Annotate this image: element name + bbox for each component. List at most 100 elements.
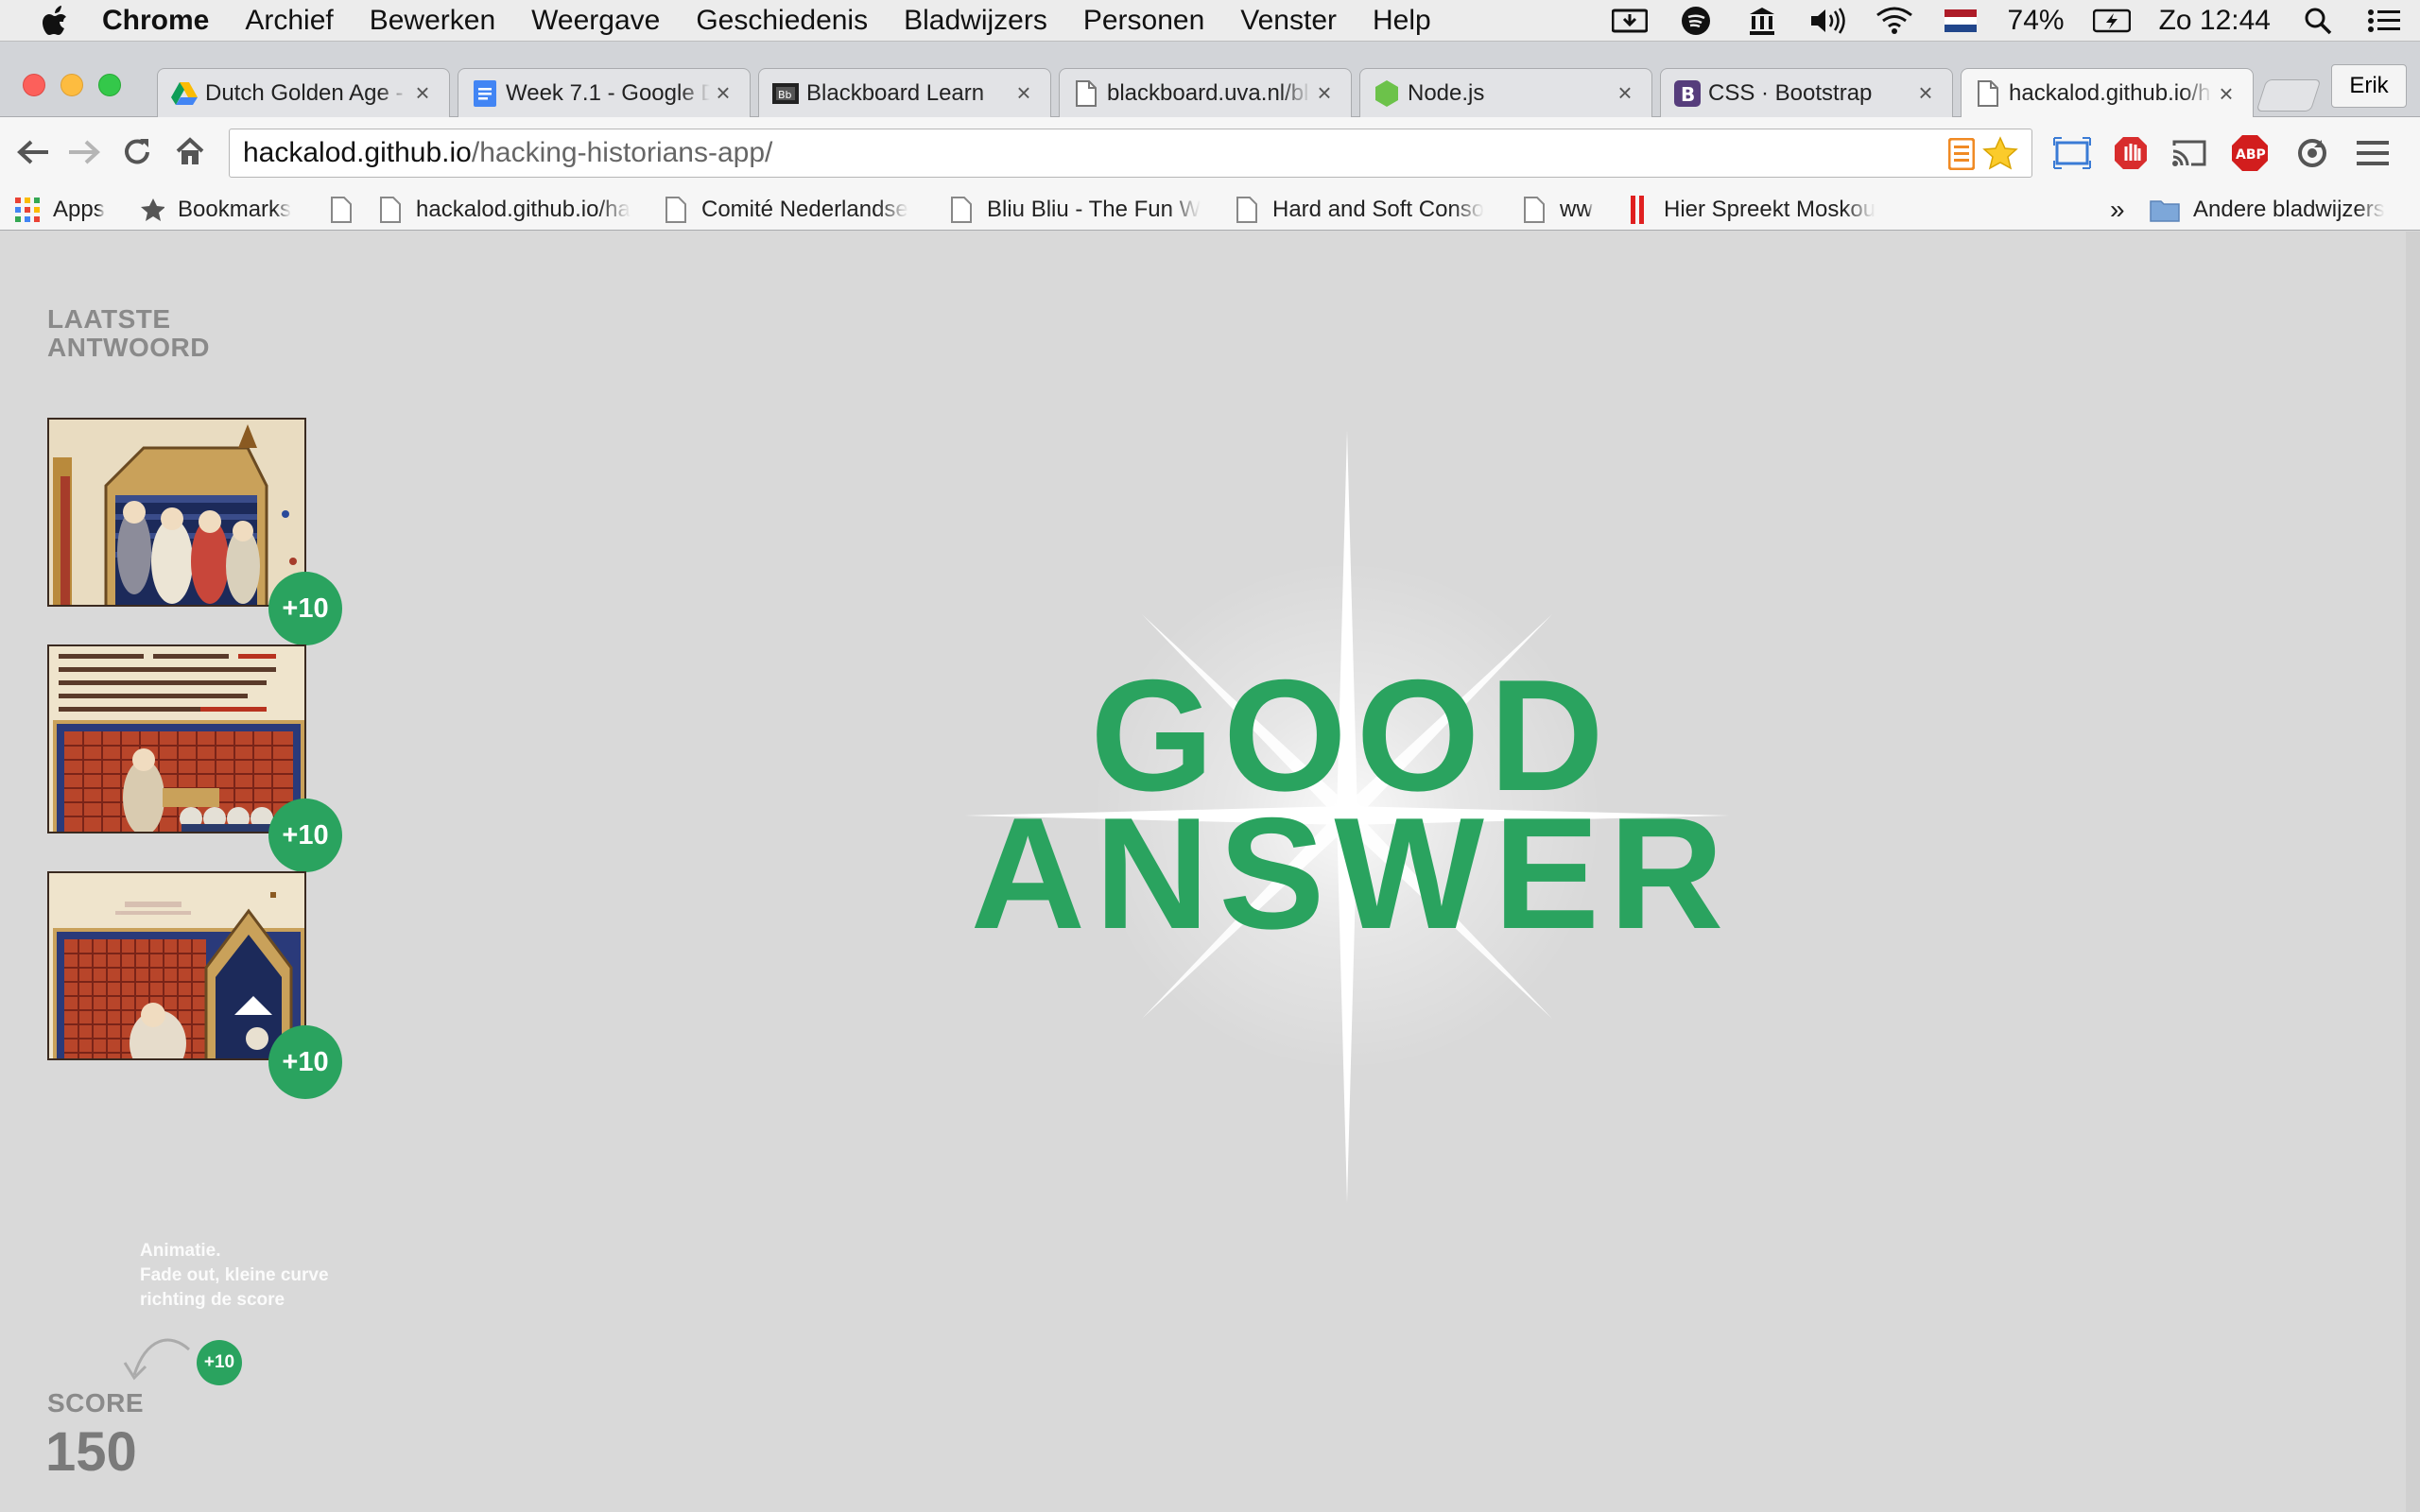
page-icon	[949, 196, 974, 224]
star-icon	[140, 196, 164, 224]
good-answer-headline: GOOD ANSWER	[936, 656, 1768, 953]
new-tab-button[interactable]	[2256, 79, 2322, 112]
bookmark-ww[interactable]: ww	[1522, 189, 1593, 231]
bootstrap-icon: B	[1674, 79, 1701, 107]
tab-close-icon[interactable]: ×	[1011, 78, 1037, 108]
menu-venster[interactable]: Venster	[1240, 5, 1337, 37]
tab-blackboard-uva[interactable]: blackboard.uva.nl/bl ×	[1059, 68, 1352, 117]
bookmark-hackalod[interactable]: hackalod.github.io/ha	[378, 189, 631, 231]
clock[interactable]: Zo 12:44	[2159, 5, 2271, 37]
menu-bladwijzers[interactable]: Bladwijzers	[904, 5, 1047, 37]
floating-points-badge: +10	[197, 1340, 242, 1385]
tab-week-7-1[interactable]: Week 7.1 - Google D ×	[458, 68, 751, 117]
points-badge-2: +10	[268, 799, 342, 872]
docs-icon	[472, 79, 498, 107]
nodejs-icon	[1374, 79, 1400, 107]
score-label: SCORE	[47, 1388, 145, 1418]
bookmarks-bar: Apps Bookmarks hackalod.github.io/ha Com…	[0, 189, 2420, 231]
bookmark-bliu-bliu[interactable]: Bliu Bliu - The Fun W	[949, 189, 1201, 231]
apple-icon[interactable]	[36, 2, 74, 40]
animation-note: Animatie. Fade out, kleine curve richtin…	[140, 1241, 329, 1310]
cast-icon[interactable]	[2169, 132, 2210, 174]
menu-chrome[interactable]: Chrome	[102, 5, 209, 37]
tab-blackboard-learn[interactable]: Bb Blackboard Learn ×	[758, 68, 1051, 117]
score-value: 150	[45, 1421, 137, 1483]
bookmark-apps[interactable]: Apps	[15, 189, 105, 231]
tab-close-icon[interactable]: ×	[1912, 78, 1939, 108]
bookmark-hier-spreekt-moskou[interactable]: Hier Spreekt Moskou	[1626, 189, 1876, 231]
menu-archief[interactable]: Archief	[245, 5, 333, 37]
bookmarks-overflow-chevron[interactable]: »	[2110, 189, 2125, 231]
download-tray-icon[interactable]	[1611, 6, 1649, 36]
status-tray: 74% Zo 12:44	[1611, 0, 2403, 42]
address-bar[interactable]: hackalod.github.io/hacking-historians-ap…	[229, 129, 2032, 178]
zoom-window-button[interactable]	[98, 74, 121, 96]
notification-center-icon[interactable]	[2365, 6, 2403, 36]
answer-thumbnail-3[interactable]	[47, 871, 306, 1060]
last-answer-heading: LAATSTE ANTWOORD	[47, 304, 210, 362]
minimize-window-button[interactable]	[60, 74, 83, 96]
reload-icon[interactable]	[115, 130, 159, 174]
page-icon	[1235, 196, 1259, 224]
tab-close-icon[interactable]: ×	[710, 78, 736, 108]
bookmark-star-icon[interactable]	[1982, 136, 2018, 178]
blackboard-icon: Bb	[772, 80, 799, 107]
profile-button[interactable]: Erik	[2331, 64, 2407, 108]
bookmark-other-folder[interactable]: Andere bladwijzers	[2150, 189, 2385, 231]
page-icon	[378, 196, 403, 224]
chrome-menu-icon[interactable]	[2352, 132, 2394, 174]
sync-extension-icon[interactable]	[2291, 132, 2333, 174]
menu-help[interactable]: Help	[1373, 5, 1431, 37]
battery-charging-icon[interactable]	[2092, 6, 2131, 36]
tab-close-icon[interactable]: ×	[2213, 79, 2239, 109]
address-host: hackalod.github.io	[243, 137, 472, 168]
screen-capture-extension-icon[interactable]	[2051, 132, 2093, 174]
vertical-scrollbar[interactable]	[2406, 232, 2420, 1512]
wifi-icon[interactable]	[1876, 6, 1913, 36]
tab-css-bootstrap[interactable]: B CSS · Bootstrap ×	[1660, 68, 1953, 117]
adblock-plus-icon[interactable]: ABP	[2229, 132, 2271, 174]
bookmark-bookmarks[interactable]: Bookmarks	[140, 189, 291, 231]
bookmark-comite[interactable]: Comité Nederlandse	[664, 189, 908, 231]
answer-thumbnail-2[interactable]	[47, 644, 306, 833]
apps-grid-icon	[15, 196, 40, 224]
points-badge-1: +10	[268, 572, 342, 645]
menu-bewerken[interactable]: Bewerken	[370, 5, 495, 37]
stop-hand-extension-icon[interactable]	[2110, 132, 2152, 174]
museum-icon[interactable]	[1743, 6, 1781, 36]
page-icon	[664, 196, 688, 224]
page-icon	[1073, 79, 1099, 107]
browser-tab-strip: Dutch Golden Age - × Week 7.1 - Google D…	[0, 42, 2420, 118]
tab-close-icon[interactable]: ×	[1612, 78, 1638, 108]
address-path: /hacking-historians-app/	[471, 137, 773, 168]
home-icon[interactable]	[168, 130, 212, 174]
flag-netherlands-icon[interactable]	[1942, 6, 1979, 36]
page-action-icon[interactable]	[1947, 137, 1976, 178]
answer-thumbnail-1[interactable]	[47, 418, 306, 607]
tab-close-icon[interactable]: ×	[1311, 78, 1338, 108]
bookmark-blank-page[interactable]	[329, 189, 367, 231]
battery-percentage: 74%	[2007, 5, 2065, 36]
spotlight-search-icon[interactable]	[2299, 6, 2337, 36]
spotify-icon[interactable]	[1677, 6, 1715, 36]
volume-icon[interactable]	[1809, 6, 1847, 36]
menu-geschiedenis[interactable]: Geschiedenis	[696, 5, 868, 37]
tab-nodejs[interactable]: Node.js ×	[1359, 68, 1652, 117]
tab-dutch-golden-age[interactable]: Dutch Golden Age - ×	[157, 68, 450, 117]
close-window-button[interactable]	[23, 74, 45, 96]
menu-weergave[interactable]: Weergave	[531, 5, 660, 37]
macos-menu-bar: Chrome Archief Bewerken Weergave Geschie…	[0, 0, 2420, 42]
web-page-viewport: LAATSTE ANTWOORD +10 +10 +10 Animatie. F…	[0, 232, 2406, 1512]
points-badge-3: +10	[268, 1025, 342, 1099]
tab-close-icon[interactable]: ×	[409, 78, 436, 108]
menu-personen[interactable]: Personen	[1083, 5, 1204, 37]
folder-icon	[2150, 196, 2180, 224]
forward-arrow-icon[interactable]	[62, 130, 106, 174]
drive-icon	[171, 80, 198, 107]
curved-arrow-icon	[123, 1338, 191, 1381]
bookmark-hard-and-soft[interactable]: Hard and Soft Conso	[1235, 189, 1484, 231]
back-arrow-icon[interactable]	[11, 130, 55, 174]
tab-hackalod-active[interactable]: hackalod.github.io/h ×	[1961, 68, 2254, 118]
svg-text:ABP: ABP	[2236, 147, 2266, 163]
browser-toolbar: hackalod.github.io/hacking-historians-ap…	[0, 117, 2420, 189]
